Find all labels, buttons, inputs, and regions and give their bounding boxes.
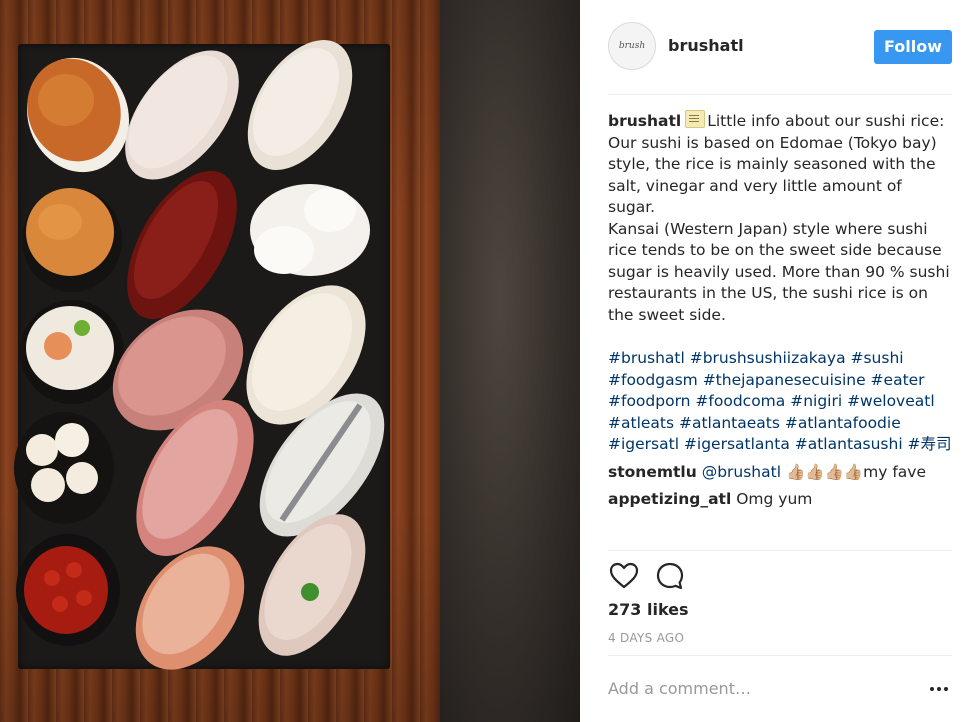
follow-button[interactable]: Follow (874, 30, 952, 64)
avatar[interactable]: brush (608, 22, 656, 70)
uni-nigiri-1 (26, 57, 130, 173)
white-fish-nigiri-2 (247, 40, 353, 170)
instagram-post: brush brushatl Follow brushatl Little inf… (0, 0, 980, 722)
more-options-icon[interactable] (930, 676, 952, 700)
scallop-gunkan (20, 300, 124, 404)
caption-line-1: Little info about our sushi rice: (707, 112, 945, 130)
comment-item: appetizing_atl Omg yum (608, 489, 952, 511)
akami-nigiri (127, 170, 237, 320)
add-comment-input[interactable] (608, 676, 908, 700)
crab-nigiri (135, 546, 245, 670)
comment-mention[interactable]: @brushatl (702, 463, 781, 481)
comment-username[interactable]: stonemtlu (608, 463, 697, 481)
action-bar (608, 560, 952, 594)
post-timestamp[interactable]: 4 DAYS AGO (608, 631, 684, 645)
post-side-panel: brush brushatl Follow brushatl Little inf… (580, 0, 980, 722)
comment-bubble-icon[interactable] (654, 560, 686, 592)
comments-divider (608, 550, 952, 551)
comment-item: stonemtlu @brushatl 👍🏼👍🏼👍🏼👍🏼my fave (608, 462, 952, 484)
avatar-logo: brush (618, 41, 646, 51)
caption-line-2: Our sushi is based on Edomae (Tokyo bay)… (608, 133, 937, 217)
caption-and-comments: brushatl Little info about our sushi rice… (608, 110, 952, 550)
caption-first-line: brushatl Little info about our sushi rice… (608, 110, 952, 133)
caption-hashtags[interactable]: #brushatl #brushsushiizakaya #sushi #foo… (608, 348, 952, 456)
header-divider (608, 94, 952, 95)
uni-gunkan (22, 188, 122, 292)
hotate-gunkan (14, 412, 114, 524)
ika-nigiri (250, 184, 370, 276)
sushi-illustration (14, 40, 385, 670)
caption-username[interactable]: brushatl (608, 112, 681, 130)
comment-text: Omg yum (736, 490, 813, 508)
comment-text: 👍🏼👍🏼👍🏼👍🏼my fave (785, 462, 927, 481)
caption-line-3: Kansai (Western Japan) style where sushi… (608, 219, 950, 324)
author-username[interactable]: brushatl (668, 36, 744, 55)
post-photo[interactable] (0, 0, 580, 722)
comment-username[interactable]: appetizing_atl (608, 490, 731, 508)
ikura-gunkan (16, 534, 120, 646)
likes-count[interactable]: 273 likes (608, 600, 689, 619)
footer-divider (608, 655, 952, 656)
post-header: brush brushatl Follow (608, 22, 952, 72)
heart-icon[interactable] (608, 560, 640, 592)
memo-emoji-icon (685, 110, 706, 128)
